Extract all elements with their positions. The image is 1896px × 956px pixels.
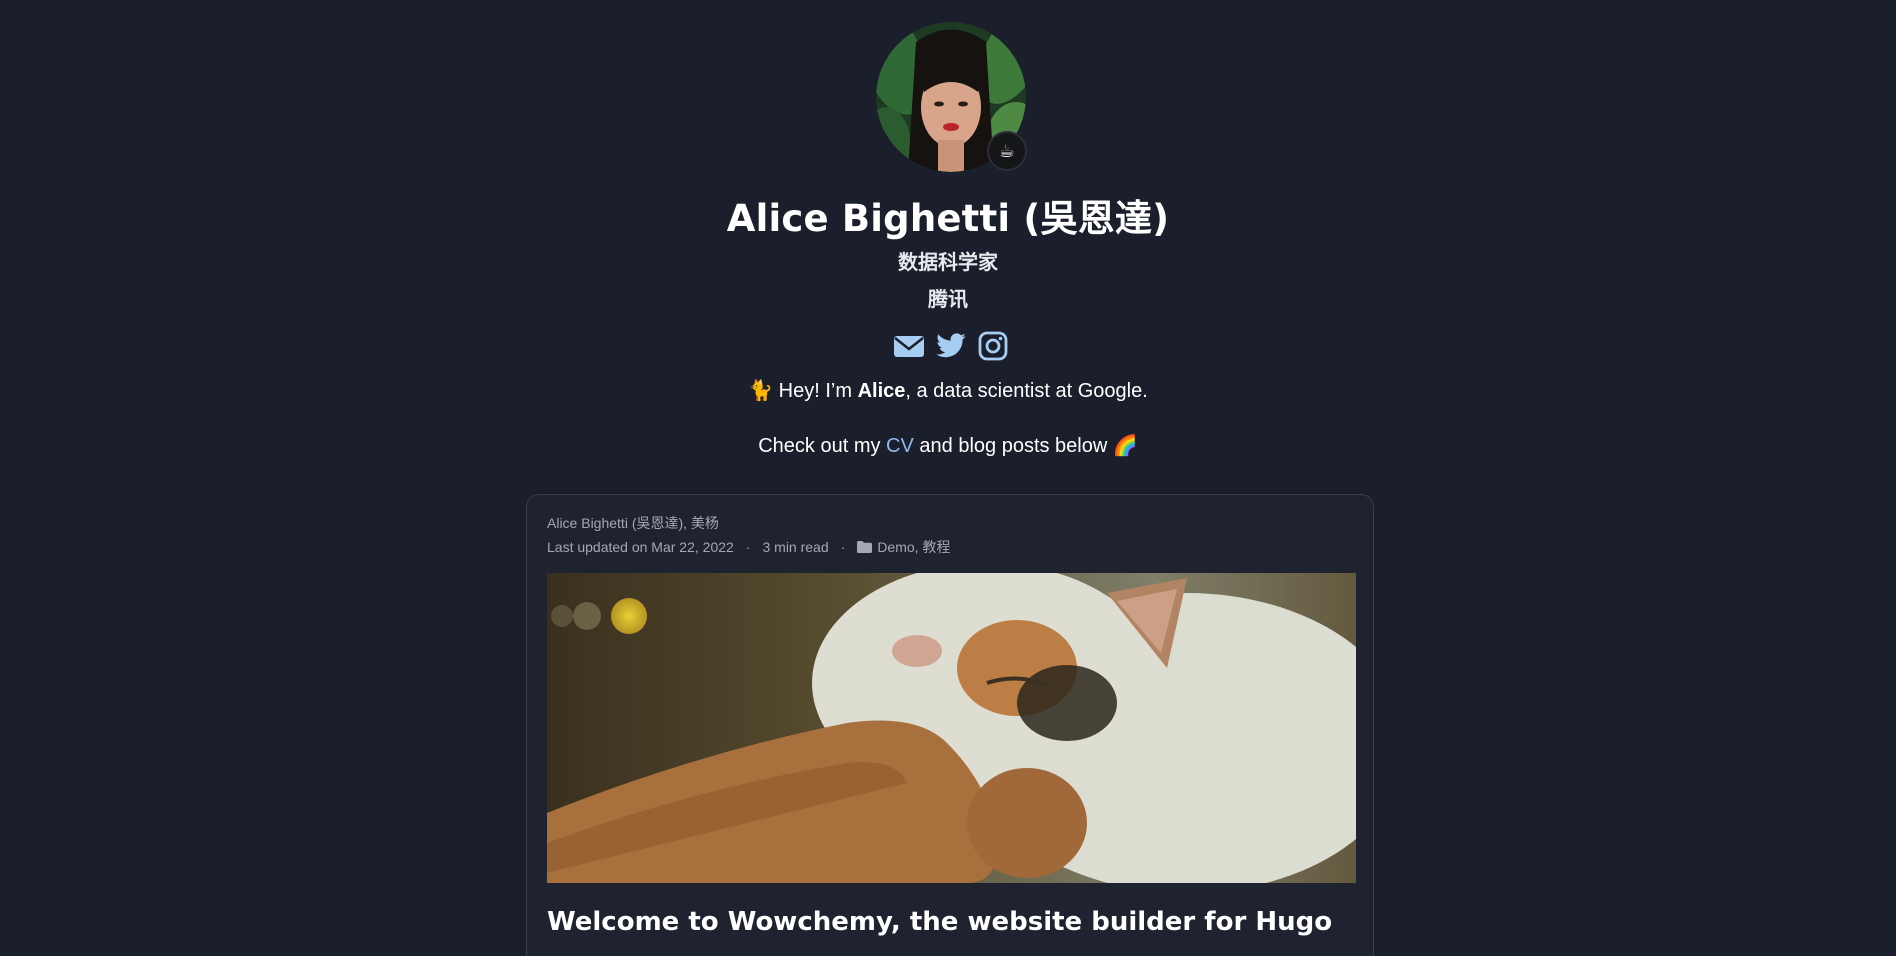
bio-intro-name: Alice bbox=[857, 380, 906, 402]
profile-role: 数据科学家 bbox=[898, 252, 998, 274]
instagram-link[interactable] bbox=[977, 330, 1009, 362]
post-title[interactable]: Welcome to Wowchemy, the website builder… bbox=[547, 907, 1332, 937]
meta-separator: · bbox=[840, 539, 846, 555]
bio-cta-suffix: and blog posts below 🌈 bbox=[913, 435, 1138, 457]
bio-intro-suffix: , a data scientist at Google. bbox=[905, 380, 1148, 402]
twitter-icon bbox=[936, 333, 966, 358]
twitter-link[interactable] bbox=[935, 330, 967, 362]
bio-cta-prefix: Check out my bbox=[758, 435, 887, 457]
social-links bbox=[893, 330, 1013, 362]
avatar-status-emoji: ☕ bbox=[987, 131, 1027, 171]
folder-icon bbox=[857, 541, 873, 553]
post-updated: Last updated on Mar 22, 2022 bbox=[547, 539, 734, 555]
profile-organization: 腾讯 bbox=[928, 289, 968, 311]
avatar-container: ☕ bbox=[876, 22, 1027, 172]
bio-intro: 🐈 Hey! I’m Alice, a data scientist at Go… bbox=[0, 378, 1896, 403]
profile-name: Alice Bighetti (吳恩達) bbox=[726, 197, 1170, 240]
cat-emoji: 🐈 bbox=[748, 380, 774, 402]
envelope-icon bbox=[894, 336, 924, 357]
post-authors[interactable]: Alice Bighetti (吳恩達), 美杨 bbox=[547, 513, 719, 533]
post-meta: Last updated on Mar 22, 2022 · 3 min rea… bbox=[547, 537, 950, 557]
post-read-time: 3 min read bbox=[762, 539, 829, 555]
post-card: Alice Bighetti (吳恩達), 美杨 Last updated on… bbox=[526, 494, 1374, 956]
profile-page: ☕ Alice Bighetti (吳恩達) 数据科学家 腾讯 🐈 Hey! I… bbox=[0, 0, 1896, 956]
cv-link[interactable]: CV bbox=[886, 435, 914, 457]
post-categories[interactable]: Demo, 教程 bbox=[877, 537, 950, 557]
instagram-icon bbox=[978, 331, 1008, 361]
bio-cta: Check out my CV and blog posts below 🌈 bbox=[0, 433, 1896, 458]
email-link[interactable] bbox=[893, 330, 925, 362]
bio-intro-prefix: Hey! I’m bbox=[773, 380, 858, 402]
post-featured-image[interactable] bbox=[547, 573, 1356, 883]
meta-separator: · bbox=[745, 539, 751, 555]
